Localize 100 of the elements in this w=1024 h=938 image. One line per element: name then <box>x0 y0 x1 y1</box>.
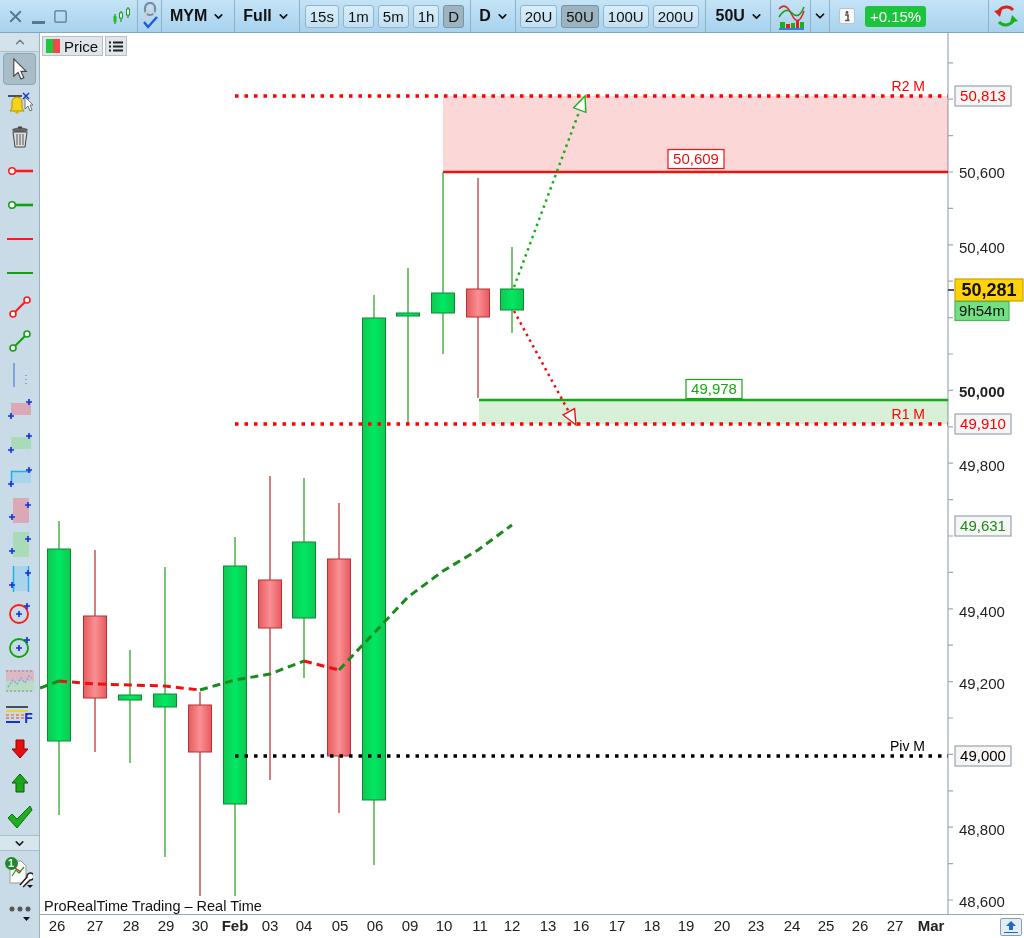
price-label: 49,200 <box>959 674 1005 692</box>
units-button[interactable]: 100U <box>602 4 649 28</box>
date-label: 05 <box>331 917 349 934</box>
interval-button[interactable]: 1h <box>412 4 440 28</box>
date-label: 25 <box>817 917 835 934</box>
rectangle-icon <box>7 497 32 525</box>
interval-button[interactable]: 1m <box>342 4 374 28</box>
countdown-tag: 9h54m <box>954 300 1010 322</box>
price-label: 50,600 <box>959 163 1005 181</box>
maximize-button[interactable] <box>53 8 68 24</box>
tab-label: Price <box>64 37 99 55</box>
refresh-button[interactable] <box>993 4 1019 28</box>
refresh-icon <box>993 4 1019 28</box>
date-label: 27 <box>886 917 904 934</box>
bell-icon <box>6 92 33 114</box>
units-button[interactable]: 200U <box>652 4 699 28</box>
check-icon <box>6 805 33 829</box>
price-tag: 49,000 <box>954 745 1012 767</box>
date-label: 16 <box>572 917 590 934</box>
drawing-settings-button[interactable]: 1 <box>1 853 38 893</box>
price-label: 50,400 <box>959 238 1005 256</box>
link-button[interactable] <box>142 2 158 30</box>
price-tag: 49,910 <box>954 413 1012 435</box>
collapse-button[interactable] <box>0 835 39 851</box>
date-label: 29 <box>157 917 175 934</box>
trash-icon <box>9 126 30 148</box>
up-arrow-icon <box>10 773 29 793</box>
rectangle-icon <box>7 565 32 593</box>
date-label: 10 <box>435 917 453 934</box>
change-badge: +0.15% <box>864 5 927 27</box>
tool-button[interactable] <box>3 53 36 85</box>
date-label: 24 <box>783 917 801 934</box>
handle-line-icon <box>6 166 33 176</box>
handle-line-icon <box>6 200 33 210</box>
date-label: 13 <box>539 917 557 934</box>
date-label: 11 <box>472 917 488 934</box>
period-dropdown[interactable]: D <box>475 3 513 29</box>
scroll-to-end-button[interactable] <box>1000 918 1022 936</box>
info-icon <box>838 8 855 24</box>
date-label: Mar <box>917 917 945 934</box>
last-price-tag: 50,281 <box>954 278 1024 302</box>
date-label: 28 <box>122 917 140 934</box>
chart-type-button[interactable] <box>112 6 132 26</box>
level-label: Piv M <box>890 738 925 754</box>
date-label: 26 <box>48 917 66 934</box>
interval-button[interactable]: 5m <box>377 4 409 28</box>
date-label: 04 <box>295 917 313 934</box>
level-label: R1 M <box>891 406 925 422</box>
date-label: 23 <box>747 917 765 934</box>
segment-icon <box>8 330 31 352</box>
more-icon <box>8 906 31 922</box>
rectangle-icon <box>7 531 32 559</box>
segment-icon <box>8 296 31 318</box>
price-label: 49,400 <box>959 602 1005 620</box>
up-arrow-icon <box>1004 921 1018 933</box>
date-label: 06 <box>366 917 384 934</box>
indicator-chart-icon <box>777 2 805 30</box>
tool-button[interactable]: F <box>3 699 36 731</box>
date-label: 18 <box>643 917 661 934</box>
rectangle-icon <box>6 467 33 487</box>
list-icon <box>109 40 124 52</box>
date-label: 27 <box>86 917 104 934</box>
price-label: 48,600 <box>959 892 1005 910</box>
maximize-icon <box>53 8 68 24</box>
symbol-dropdown[interactable]: MYM <box>166 3 230 29</box>
rectangle-icon <box>6 399 33 419</box>
units-dropdown[interactable]: 50U <box>711 3 767 29</box>
horizontal-line-icon <box>6 272 33 274</box>
list-button[interactable] <box>105 36 128 56</box>
horizontal-line-icon <box>6 238 33 240</box>
color-swatch-icon <box>46 39 60 53</box>
price-tag: 50,813 <box>954 85 1012 107</box>
minimize-icon <box>32 20 45 24</box>
price-tab[interactable]: Price <box>42 36 104 56</box>
price-label: 49,800 <box>959 456 1005 474</box>
price-label: 48,800 <box>959 820 1005 838</box>
interval-button[interactable]: D <box>443 4 465 28</box>
info-button[interactable] <box>838 8 855 24</box>
indicator-tag: 49,631 <box>954 515 1012 537</box>
price-label: 50,000 <box>959 382 1005 400</box>
notification-badge: 1 <box>4 857 18 870</box>
circle-icon <box>7 601 32 625</box>
date-label: 30 <box>191 917 209 934</box>
level-label: R2 M <box>891 78 925 94</box>
rectangle-icon <box>6 433 33 453</box>
circle-icon <box>7 635 32 659</box>
date-label: 03 <box>261 917 279 934</box>
document-wrench-icon <box>6 858 33 888</box>
date-label: 26 <box>851 917 869 934</box>
units-button[interactable]: 50U <box>561 4 599 28</box>
feed-status-label: ProRealTime Trading – Real Time <box>44 898 262 914</box>
layout-dropdown[interactable]: Full <box>239 3 294 29</box>
link-check-icon <box>142 2 158 30</box>
date-label: 09 <box>401 917 419 934</box>
units-button[interactable]: 20U <box>519 4 558 28</box>
cursor-icon <box>11 58 28 80</box>
indicators-button[interactable] <box>777 2 805 30</box>
interval-button[interactable]: 15s <box>304 4 339 28</box>
level-tag: 49,978 <box>685 378 743 400</box>
date-label: Feb <box>221 917 249 934</box>
